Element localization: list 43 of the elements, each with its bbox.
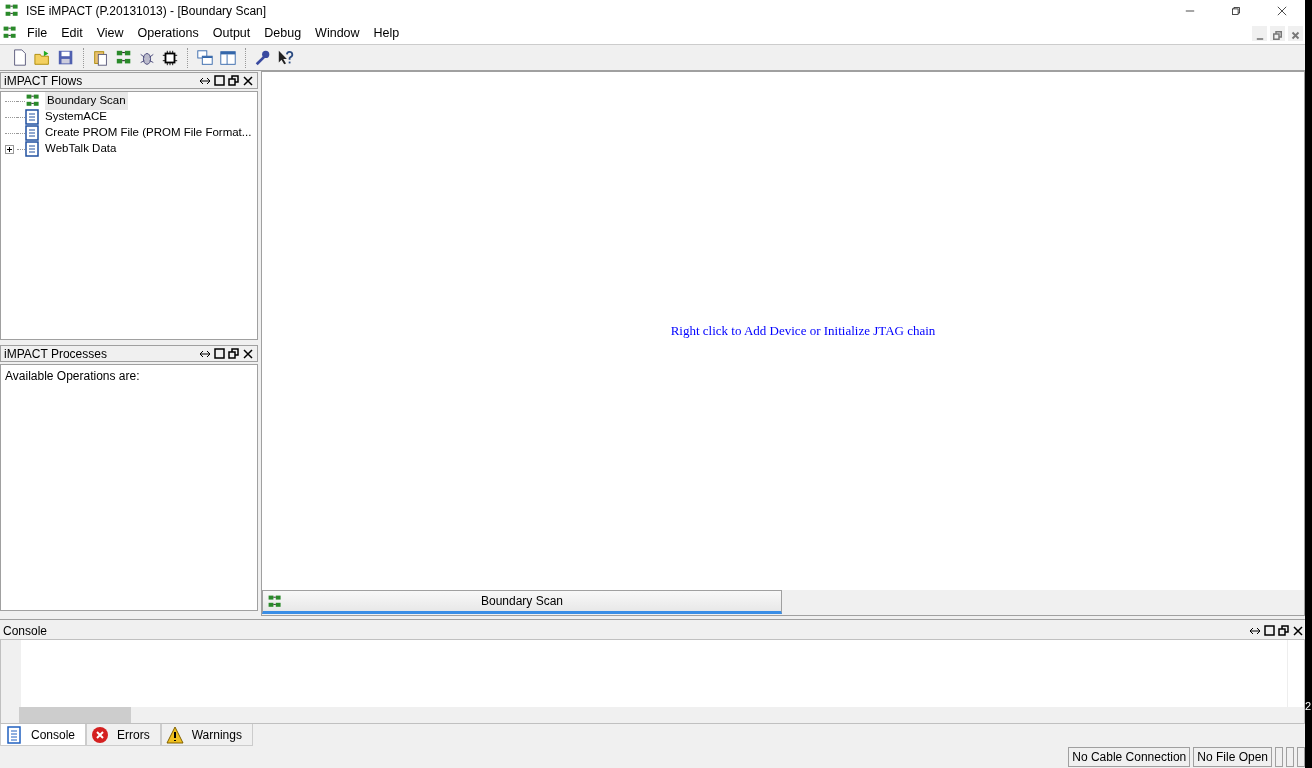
- panel-controls-icon[interactable]: [1249, 624, 1305, 637]
- status-panel: [1275, 747, 1283, 767]
- panel-title: Console: [3, 622, 49, 640]
- console-tab[interactable]: Errors: [86, 724, 161, 746]
- menu-item[interactable]: Output: [205, 23, 258, 43]
- tree-item[interactable]: WebTalk Data: [43, 140, 119, 158]
- menu-item[interactable]: Help: [366, 23, 407, 43]
- tree-item[interactable]: Create PROM File (PROM File Format...: [43, 124, 254, 142]
- error-icon: [91, 725, 110, 744]
- menu-item[interactable]: Edit: [54, 23, 90, 43]
- menu-item[interactable]: File: [20, 23, 55, 43]
- panel-title: iMPACT Flows: [4, 72, 84, 90]
- status-panel: No File Open: [1193, 747, 1272, 767]
- status-panel: No Cable Connection: [1068, 747, 1191, 767]
- menu-item[interactable]: Window: [308, 23, 367, 43]
- mdi-minimize-button[interactable]: [1251, 24, 1268, 42]
- mdi-restore-button[interactable]: [1269, 24, 1286, 42]
- expand-icon[interactable]: [5, 144, 14, 154]
- console-tab[interactable]: Console: [0, 724, 87, 746]
- panel-text: Available Operations are:: [4, 368, 141, 385]
- menu-item[interactable]: Debug: [257, 23, 309, 43]
- status-panel: [1297, 747, 1305, 767]
- minimize-icon: [1255, 38, 1264, 41]
- panel-title: iMPACT Processes: [4, 345, 108, 363]
- app-icon: [4, 3, 20, 19]
- panel-controls-icon[interactable]: [199, 347, 255, 360]
- canvas-hint: Right click to Add Device or Initialize JTAG chain: [670, 322, 936, 341]
- console-tab[interactable]: Warnings: [160, 724, 253, 746]
- tree-item[interactable]: Boundary Scan: [45, 92, 128, 110]
- tree-item[interactable]: SystemACE: [43, 108, 109, 126]
- panel-controls-icon[interactable]: [199, 74, 255, 87]
- background-window-text: 2: [1305, 699, 1312, 714]
- status-panel: [1286, 747, 1294, 767]
- menu-item[interactable]: Operations: [130, 23, 206, 43]
- menu-item[interactable]: View: [89, 23, 131, 43]
- scrollbar-thumb[interactable]: [19, 707, 131, 723]
- window-title: ISE iMPACT (P.20131013) - [Boundary Scan]: [26, 3, 267, 20]
- document-tab[interactable]: Boundary Scan: [262, 590, 782, 614]
- warning-icon: [165, 725, 184, 744]
- close-icon: [1275, 4, 1289, 18]
- mdi-close-button[interactable]: [1287, 24, 1304, 42]
- restore-icon: [1229, 4, 1243, 18]
- horizontal-scrollbar[interactable]: [1, 707, 1304, 723]
